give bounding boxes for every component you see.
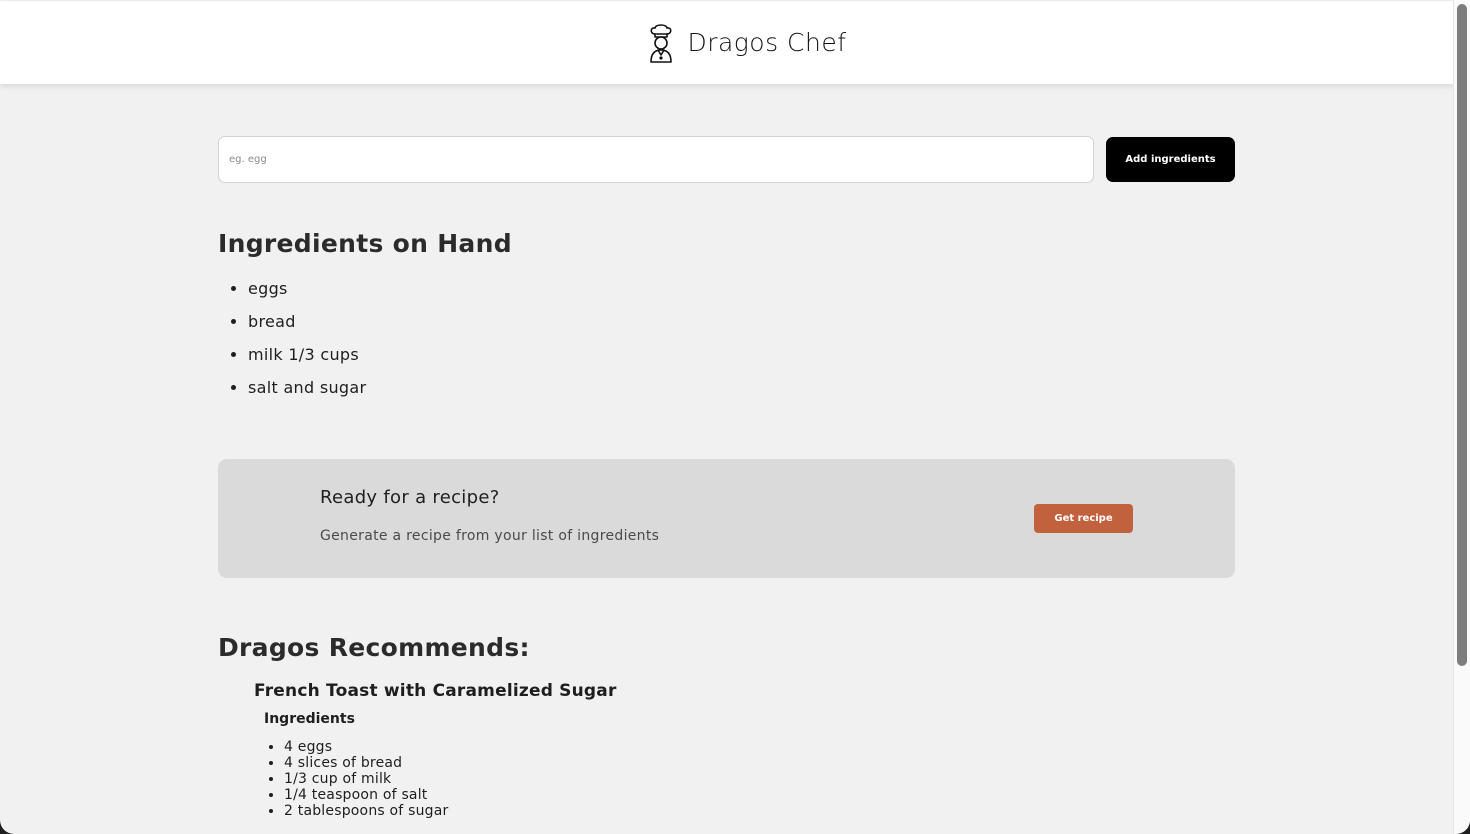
list-item: bread xyxy=(248,307,366,340)
chef-icon xyxy=(650,23,673,63)
app-title: Dragos Chef xyxy=(687,28,847,57)
ingredient-input[interactable] xyxy=(218,136,1094,183)
recipe-name: French Toast with Caramelized Sugar xyxy=(254,681,617,701)
recommendation-title: Dragos Recommends: xyxy=(218,633,530,662)
recipe-ingredients-heading: Ingredients xyxy=(264,711,355,727)
vertical-scrollbar[interactable] xyxy=(1453,0,1470,834)
list-item: 1/3 cup of milk xyxy=(284,771,448,787)
add-ingredients-button[interactable]: Add ingredients xyxy=(1106,137,1235,182)
recipe-ingredients-list: 4 eggs 4 slices of bread 1/3 cup of milk… xyxy=(264,739,448,819)
list-item: 2 tablespoons of sugar xyxy=(284,803,448,819)
app-header: Dragos Chef xyxy=(0,1,1454,84)
brand: Dragos Chef xyxy=(647,23,846,63)
add-ingredient-form: Add ingredients xyxy=(218,136,1235,183)
list-item: milk 1/3 cups xyxy=(248,340,366,373)
ingredients-on-hand-list: eggs bread milk 1/3 cups salt and sugar xyxy=(218,274,366,406)
list-item: 4 eggs xyxy=(284,739,448,755)
list-item: salt and sugar xyxy=(248,373,366,406)
cta-heading: Ready for a recipe? xyxy=(320,487,500,508)
list-item: 1/4 teaspoon of salt xyxy=(284,787,448,803)
list-item: eggs xyxy=(248,274,366,307)
cta-description: Generate a recipe from your list of ingr… xyxy=(320,528,660,544)
list-item: 4 slices of bread xyxy=(284,755,448,771)
get-recipe-panel: Ready for a recipe? Generate a recipe fr… xyxy=(218,459,1235,578)
scrollbar-thumb[interactable] xyxy=(1457,4,1467,666)
get-recipe-button[interactable]: Get recipe xyxy=(1034,504,1133,533)
app-window: Dragos Chef Add ingredients Ingredients … xyxy=(0,0,1470,834)
ingredients-on-hand-title: Ingredients on Hand xyxy=(218,229,512,258)
